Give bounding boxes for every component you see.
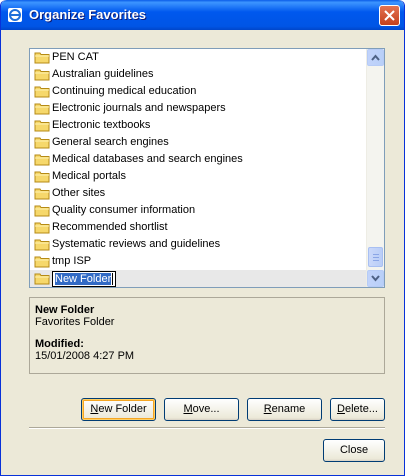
item-type: Favorites Folder bbox=[35, 316, 115, 328]
list-item[interactable]: tmp ISP bbox=[30, 253, 367, 270]
item-name: New Folder bbox=[35, 304, 95, 316]
list-item[interactable]: Electronic journals and newspapers bbox=[30, 100, 367, 117]
list-item-editing[interactable]: New Folder bbox=[30, 270, 367, 287]
new-folder-button[interactable]: New Folder bbox=[81, 398, 156, 421]
move-label: ove... bbox=[192, 403, 220, 415]
list-item[interactable]: Continuing medical education bbox=[30, 83, 367, 100]
list-item[interactable]: Other sites bbox=[30, 185, 367, 202]
list-item-label: General search engines bbox=[52, 136, 169, 148]
delete-mnemonic: D bbox=[337, 403, 345, 415]
list-item-label: tmp ISP bbox=[52, 255, 92, 267]
rename-label: ename bbox=[271, 403, 306, 415]
close-button[interactable]: Close bbox=[323, 439, 385, 462]
folder-icon bbox=[34, 205, 50, 217]
scroll-up-button[interactable] bbox=[367, 49, 384, 66]
list-item[interactable]: Systematic reviews and guidelines bbox=[30, 236, 367, 253]
rename-input[interactable]: New Folder bbox=[52, 271, 117, 287]
delete-label: elete... bbox=[344, 403, 378, 415]
folder-icon bbox=[34, 222, 50, 234]
list-item[interactable]: Medical portals bbox=[30, 168, 367, 185]
separator bbox=[29, 427, 385, 429]
folder-icon bbox=[34, 239, 50, 251]
list-item[interactable]: Recommended shortlist bbox=[30, 219, 367, 236]
list-item-label: Electronic journals and newspapers bbox=[52, 102, 226, 114]
list-item-label: Quality consumer information bbox=[52, 204, 196, 216]
rename-button[interactable]: Rename bbox=[247, 398, 322, 421]
folder-icon bbox=[34, 256, 50, 268]
folder-icon bbox=[34, 103, 50, 115]
list-item[interactable]: Medical databases and search engines bbox=[30, 151, 367, 168]
modified-label: Modified: bbox=[35, 338, 84, 350]
new-folder-label: ew Folder bbox=[98, 403, 147, 415]
list-item-label: Australian guidelines bbox=[52, 68, 154, 80]
list-item-label: Recommended shortlist bbox=[52, 221, 168, 233]
list-item-label: Systematic reviews and guidelines bbox=[52, 238, 221, 250]
chevron-down-icon bbox=[371, 275, 380, 282]
title-bar[interactable]: Organize Favorites bbox=[1, 0, 404, 30]
list-item-label: Other sites bbox=[52, 187, 106, 199]
list-item-label: Electronic textbooks bbox=[52, 119, 151, 131]
list-item-label: Medical databases and search engines bbox=[52, 153, 243, 165]
organize-favorites-dialog: Organize Favorites PEN CAT Australian gui… bbox=[0, 0, 405, 476]
window-title: Organize Favorites bbox=[29, 7, 147, 22]
folder-icon bbox=[34, 120, 50, 132]
folder-icon bbox=[34, 86, 50, 98]
list-item[interactable]: PEN CAT bbox=[30, 49, 367, 66]
move-mnemonic: M bbox=[183, 403, 193, 415]
folder-icon bbox=[34, 52, 50, 64]
list-item[interactable]: General search engines bbox=[30, 134, 367, 151]
list-item-label: Medical portals bbox=[52, 170, 126, 182]
rename-input-text: New Folder bbox=[55, 273, 112, 285]
ie-icon bbox=[8, 8, 22, 22]
scroll-thumb[interactable] bbox=[368, 247, 383, 267]
folder-icon bbox=[34, 273, 50, 285]
folder-icon bbox=[34, 137, 50, 149]
list-item[interactable]: Quality consumer information bbox=[30, 202, 367, 219]
close-window-button[interactable] bbox=[379, 5, 400, 26]
modified-value: 15/01/2008 4:27 PM bbox=[35, 350, 135, 362]
item-info-panel: New Folder Favorites Folder Modified: 15… bbox=[29, 297, 385, 374]
favorites-list-items: PEN CAT Australian guidelines Continuing m… bbox=[30, 49, 367, 287]
rename-mnemonic: R bbox=[263, 403, 272, 415]
scroll-down-button[interactable] bbox=[367, 270, 384, 287]
folder-icon bbox=[34, 154, 50, 166]
list-item-label: PEN CAT bbox=[52, 51, 99, 63]
chevron-up-icon bbox=[371, 54, 380, 61]
delete-button[interactable]: Delete... bbox=[330, 398, 385, 421]
folder-icon bbox=[34, 69, 50, 81]
favorites-list[interactable]: PEN CAT Australian guidelines Continuing m… bbox=[29, 48, 385, 288]
folder-icon bbox=[34, 171, 50, 183]
move-button[interactable]: Move... bbox=[164, 398, 239, 421]
list-item[interactable]: Australian guidelines bbox=[30, 66, 367, 83]
vertical-scrollbar[interactable] bbox=[366, 49, 384, 287]
list-item-label: Continuing medical education bbox=[52, 85, 197, 97]
list-item[interactable]: Electronic textbooks bbox=[30, 117, 367, 134]
folder-icon bbox=[34, 188, 50, 200]
close-icon bbox=[384, 10, 395, 21]
